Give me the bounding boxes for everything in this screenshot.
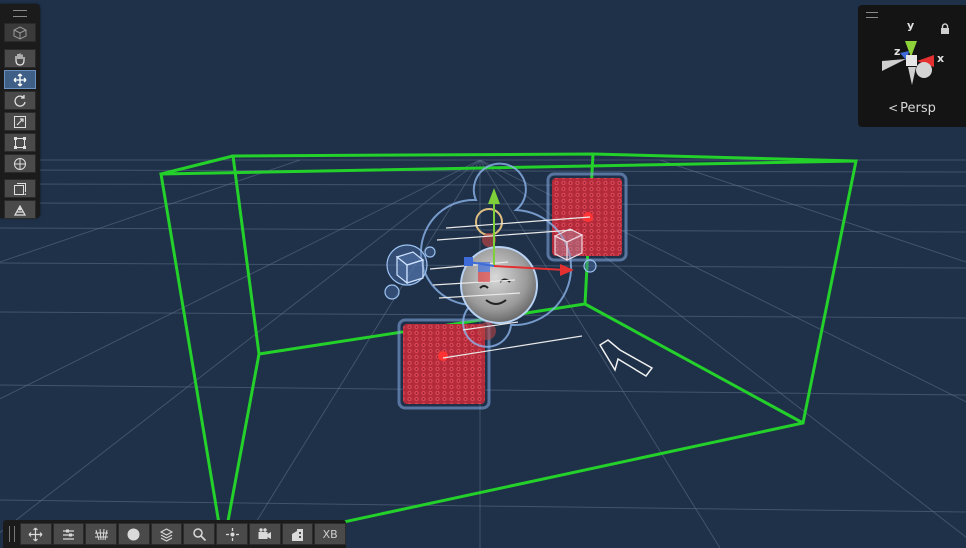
cube-left bbox=[384, 244, 436, 300]
layers-icon bbox=[159, 527, 174, 542]
move-tool-icon bbox=[13, 73, 27, 86]
custom-editor-tool-button[interactable] bbox=[4, 200, 36, 219]
xb-label: XB bbox=[322, 527, 338, 541]
chevron-left-icon: < bbox=[888, 101, 899, 115]
overlay-toolbar: XB bbox=[3, 520, 346, 548]
scene-canvas[interactable] bbox=[0, 0, 966, 548]
rotate-tool-icon bbox=[14, 94, 26, 107]
y-axis-label: y bbox=[907, 19, 914, 32]
scene-viewport[interactable]: y x z < Persp XB bbox=[0, 0, 966, 548]
rect-tool-button[interactable] bbox=[4, 133, 36, 152]
building-button[interactable] bbox=[281, 523, 314, 545]
layers-button[interactable] bbox=[150, 523, 183, 545]
scene-visibility-icon bbox=[225, 527, 239, 541]
palette-grip[interactable] bbox=[13, 10, 27, 17]
arrow-cursor bbox=[598, 339, 654, 377]
transform-tool-icon bbox=[14, 157, 26, 170]
search-button[interactable] bbox=[183, 523, 216, 545]
search-icon bbox=[193, 527, 206, 541]
move-tool-button[interactable] bbox=[4, 70, 36, 89]
shading-button[interactable] bbox=[118, 523, 150, 545]
bounding-box bbox=[159, 152, 858, 548]
axis-gizmo[interactable]: y x z bbox=[876, 15, 954, 97]
orientation-gizmo: y x z < Persp bbox=[858, 5, 966, 127]
grid-icon bbox=[94, 528, 108, 540]
view-cube-icon bbox=[13, 25, 27, 40]
rotate-tool-button[interactable] bbox=[4, 91, 36, 110]
projection-label: Persp bbox=[900, 101, 936, 116]
shading-sphere-icon bbox=[127, 528, 140, 540]
component-tool-button[interactable] bbox=[4, 179, 36, 198]
particle-panel-bottom-left bbox=[397, 318, 491, 410]
move-pivot-button[interactable] bbox=[19, 523, 52, 545]
view-cube-button[interactable] bbox=[4, 23, 36, 42]
custom-editor-tool-icon bbox=[13, 204, 27, 216]
scale-tool-button[interactable] bbox=[4, 112, 36, 131]
transform-tool-button[interactable] bbox=[4, 154, 36, 173]
z-axis-label: z bbox=[894, 45, 900, 58]
move-pivot-icon bbox=[28, 527, 43, 541]
scale-tool-icon bbox=[14, 115, 26, 128]
hand-tool-button[interactable] bbox=[4, 49, 36, 68]
toolbar-grip[interactable] bbox=[9, 526, 15, 542]
camera-icon bbox=[258, 527, 272, 539]
tool-palette bbox=[0, 4, 40, 219]
draw-mode-button[interactable] bbox=[52, 523, 85, 545]
camera-button[interactable] bbox=[248, 523, 281, 545]
building-icon bbox=[291, 528, 303, 541]
grid-button[interactable] bbox=[85, 523, 118, 545]
rect-tool-icon bbox=[14, 136, 26, 149]
xb-button[interactable]: XB bbox=[314, 523, 346, 545]
component-tool-icon bbox=[14, 182, 26, 195]
x-axis-label: x bbox=[937, 52, 944, 65]
hand-tool-icon bbox=[15, 53, 25, 66]
draw-mode-icon bbox=[63, 529, 74, 540]
scene-visibility-button[interactable] bbox=[216, 523, 248, 545]
projection-toggle[interactable]: < Persp bbox=[858, 101, 966, 116]
